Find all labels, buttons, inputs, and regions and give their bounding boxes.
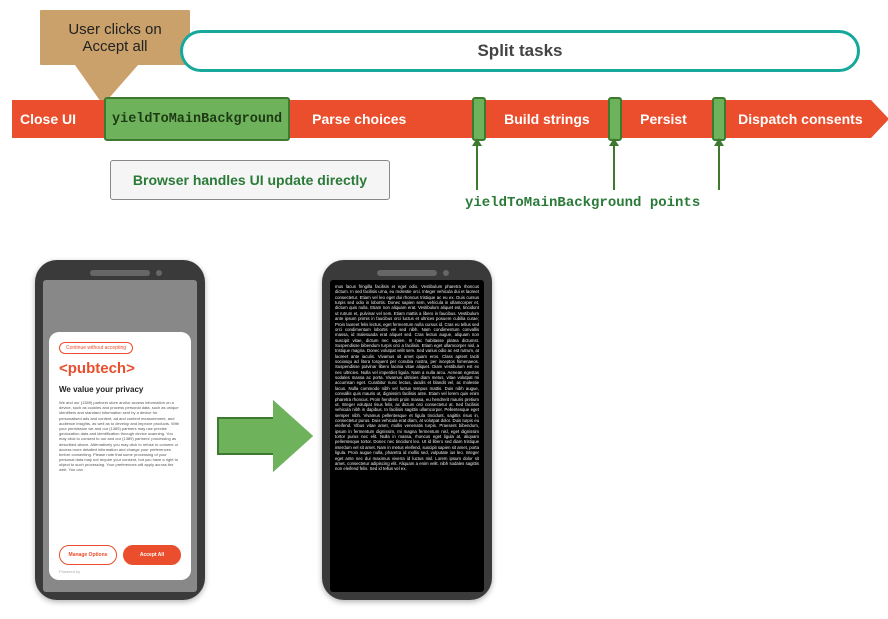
transition-arrow [217, 400, 313, 472]
segment-dispatch-consents: Dispatch consents [726, 100, 870, 138]
segment-parse-choices: Parse choices [290, 100, 472, 138]
segment-persist: Persist [622, 100, 712, 138]
segment-close-ui: Close UI [12, 100, 104, 138]
user-action-callout: User clicks on Accept all [40, 10, 190, 65]
yield-slice-3 [712, 97, 726, 141]
split-tasks-label: Split tasks [477, 41, 562, 61]
yield-slice-1 [472, 97, 486, 141]
callout-text: User clicks on Accept all [50, 21, 180, 55]
continue-without-pill[interactable]: Continue without accepting [59, 342, 133, 354]
arrow-slice-2 [613, 145, 615, 190]
phone-before: Continue without accepting <pubtech> We … [35, 260, 205, 600]
segment-build-strings: Build strings [486, 100, 608, 138]
phone-screen-consent: Continue without accepting <pubtech> We … [43, 280, 197, 592]
timeline-body: Close UI yieldToMainBackground Parse cho… [12, 100, 871, 138]
segment-yield-main: yieldToMainBackground [104, 97, 290, 141]
powered-by-label: Powered by [59, 569, 181, 574]
phone-notch [90, 270, 150, 276]
split-tasks-pill: Split tasks [180, 30, 860, 72]
arrow-shaft [217, 417, 273, 455]
yield-points-label: yieldToMainBackground points [465, 195, 700, 211]
timeline-arrowhead [871, 100, 888, 138]
manage-options-button[interactable]: Manage Options [59, 545, 117, 565]
consent-modal: Continue without accepting <pubtech> We … [49, 332, 191, 580]
arrow-slice-1 [476, 145, 478, 190]
phone-after: mus lacus fringilla facilisis et eget od… [322, 260, 492, 600]
yield-slice-2 [608, 97, 622, 141]
browser-handles-label: Browser handles UI update directly [133, 172, 367, 188]
phone-screen-content: mus lacus fringilla facilisis et eget od… [330, 280, 484, 592]
browser-handles-box: Browser handles UI update directly [110, 160, 390, 200]
timeline-arrow: Close UI yieldToMainBackground Parse cho… [12, 100, 867, 138]
arrow-slice-3 [718, 145, 720, 190]
phone-notch [377, 270, 437, 276]
pubtech-logo: <pubtech> [59, 360, 181, 377]
consent-title: We value your privacy [59, 385, 181, 394]
accept-all-button[interactable]: Accept All [123, 545, 181, 565]
consent-body-text: We and our (1389) partners store and/or … [59, 400, 181, 537]
consent-buttons-row: Manage Options Accept All [59, 545, 181, 565]
arrow-head [273, 400, 313, 472]
